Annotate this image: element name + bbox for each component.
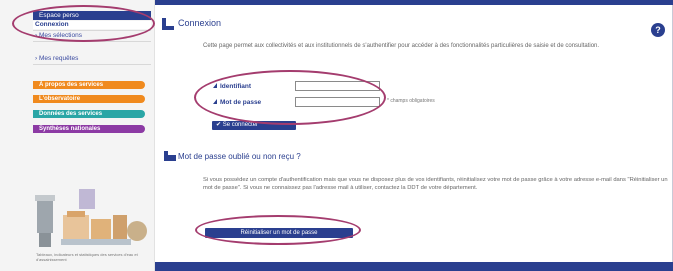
forgot-section-icon bbox=[164, 151, 176, 161]
identifiant-label-text: Identifiant bbox=[220, 83, 252, 90]
sidebar-link-mes-selections[interactable]: › Mes sélections bbox=[33, 32, 151, 40]
observatory-logo-image bbox=[33, 185, 151, 255]
bottom-banner bbox=[155, 262, 673, 271]
sidebar-footer-caption: Tableaux, indicateurs et statistiques de… bbox=[36, 252, 138, 262]
identifiant-input[interactable] bbox=[295, 81, 380, 91]
connexion-title: Connexion bbox=[178, 18, 222, 28]
required-fields-note: * champs obligatoires bbox=[387, 98, 435, 104]
sidebar-divider bbox=[33, 41, 151, 42]
sidebar-link-mes-requetes[interactable]: › Mes requêtes bbox=[33, 55, 151, 63]
connexion-description: Cette page permet aux collectivités et a… bbox=[203, 43, 600, 49]
sidebar-block-a-propos[interactable]: À propos des services bbox=[33, 81, 145, 89]
password-label: Mot de passe bbox=[213, 98, 261, 107]
help-icon[interactable]: ? bbox=[651, 23, 665, 37]
identifiant-label: Identifiant bbox=[213, 82, 251, 91]
reset-password-button[interactable]: Réinitialiser un mot de passe bbox=[205, 228, 353, 238]
sidebar-divider bbox=[33, 64, 151, 65]
sidebar-divider bbox=[33, 30, 151, 31]
sidebar-block-donnees[interactable]: Données des services bbox=[33, 110, 145, 118]
forgot-password-title: Mot de passe oublié ou non reçu ? bbox=[178, 152, 301, 161]
top-banner bbox=[155, 0, 673, 5]
password-label-text: Mot de passe bbox=[220, 99, 262, 106]
sidebar: Espace perso Connexion › Mes sélections … bbox=[0, 0, 155, 271]
password-input[interactable] bbox=[295, 97, 380, 107]
sidebar-link-connexion[interactable]: Connexion bbox=[33, 21, 151, 29]
sidebar-header-espace-perso[interactable]: Espace perso bbox=[33, 11, 151, 20]
sidebar-block-observatoire[interactable]: L'observatoire bbox=[33, 95, 145, 103]
triangle-bullet-icon bbox=[213, 83, 217, 88]
triangle-bullet-icon bbox=[213, 99, 217, 104]
sidebar-block-syntheses[interactable]: Synthèses nationales bbox=[33, 125, 145, 133]
login-submit-button[interactable]: ✔ Se connecter bbox=[212, 121, 296, 130]
connexion-section-icon bbox=[162, 18, 174, 30]
forgot-password-text: Si vous possédez un compte d'authentific… bbox=[203, 177, 668, 191]
